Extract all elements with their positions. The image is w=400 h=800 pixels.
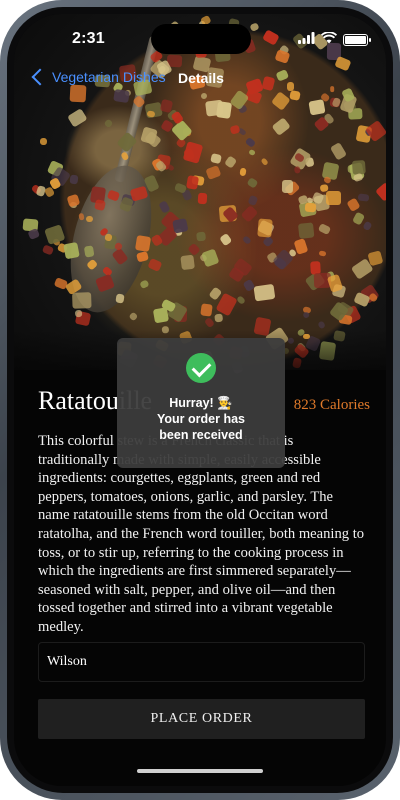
phone-frame: 2:31 Vegetarian Dishes Details Ratatouil… [0, 0, 400, 800]
status-time: 2:31 [72, 30, 105, 47]
toast-line-1: Hurray! 👨‍🍳 [169, 396, 233, 410]
checkmark-circle-icon [186, 353, 216, 383]
dynamic-island [151, 24, 251, 54]
screen: 2:31 Vegetarian Dishes Details Ratatouil… [14, 14, 386, 786]
toast-line-3: been received [159, 428, 243, 442]
battery-icon [343, 34, 371, 46]
order-confirmation-toast: Hurray! 👨‍🍳 Your order has been received [117, 338, 285, 468]
calories-label: 823 Calories [293, 397, 370, 413]
home-indicator[interactable] [137, 769, 263, 773]
toast-line-2: Your order has [157, 412, 245, 426]
dish-photo [14, 14, 386, 375]
cellular-signal-icon [298, 31, 315, 49]
name-field[interactable] [38, 642, 365, 682]
place-order-button[interactable]: PLACE ORDER [38, 699, 365, 739]
back-button[interactable]: Vegetarian Dishes [31, 68, 166, 86]
chevron-left-icon [31, 68, 49, 86]
nav-title: Details [178, 70, 224, 86]
status-icons [298, 31, 371, 49]
back-label: Vegetarian Dishes [52, 69, 166, 85]
wifi-icon [320, 31, 338, 49]
